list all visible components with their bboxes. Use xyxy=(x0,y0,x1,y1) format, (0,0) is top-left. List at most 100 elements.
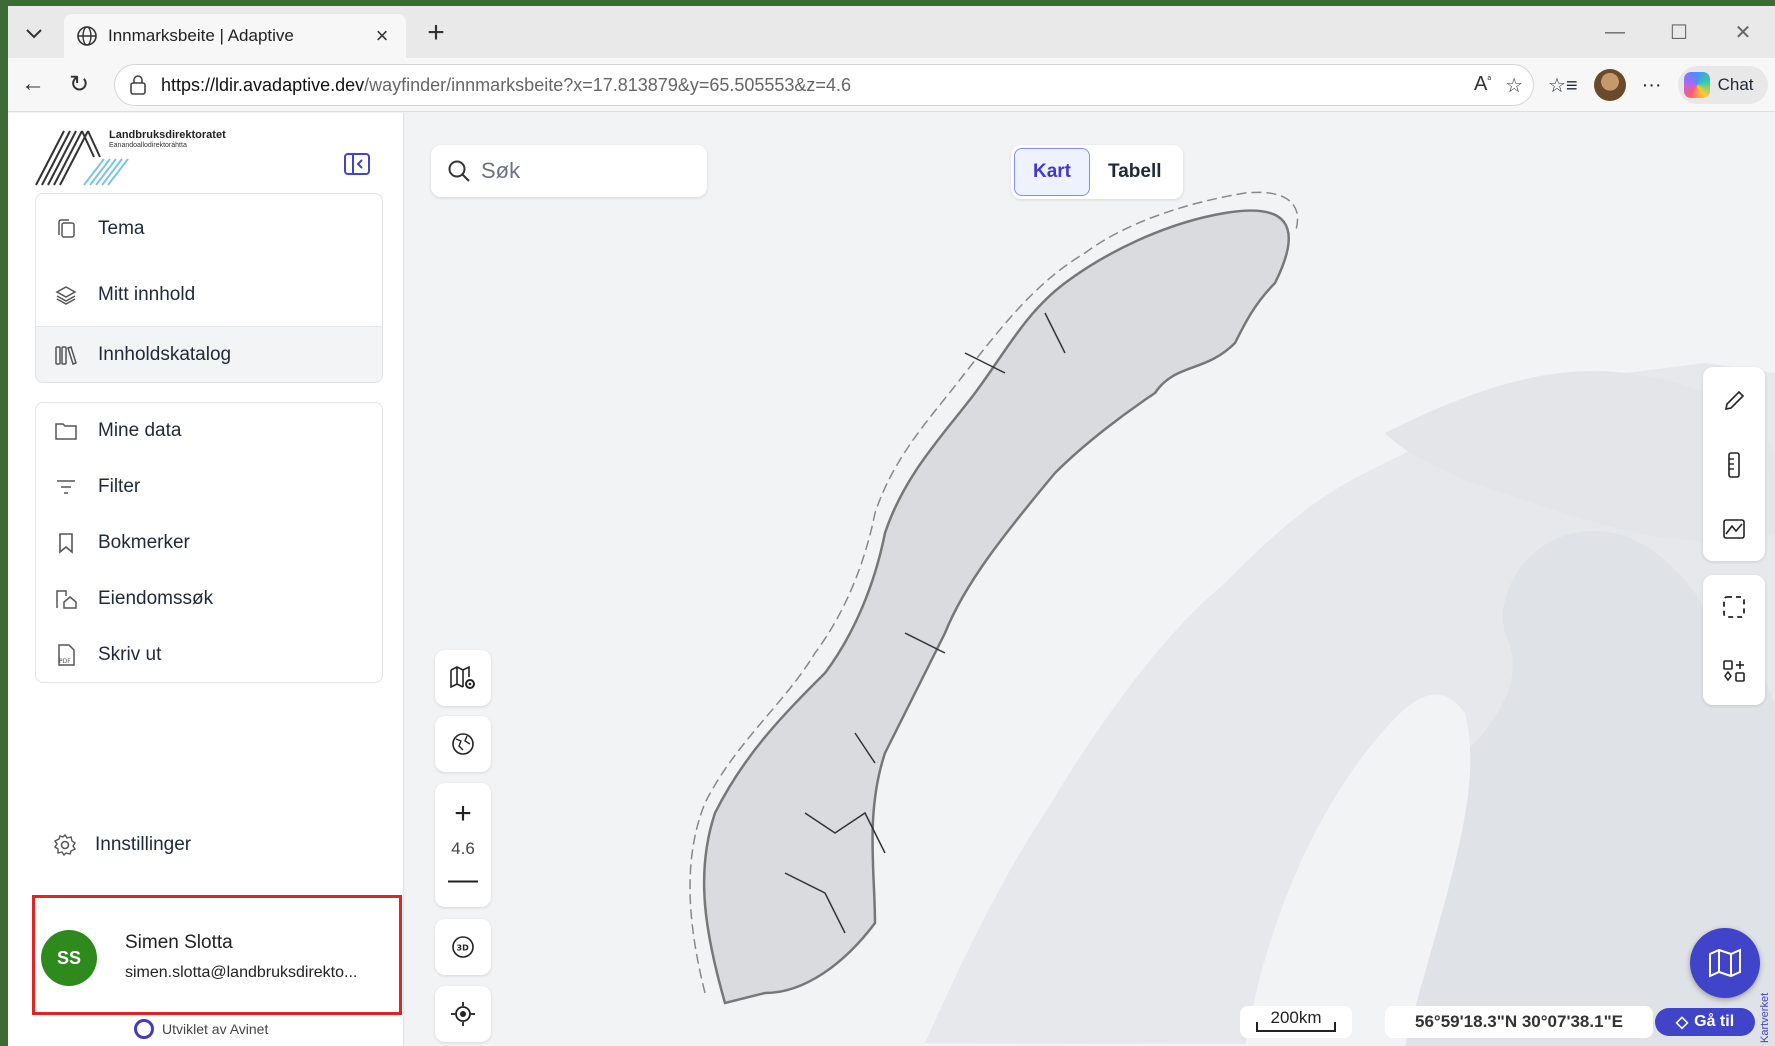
tab-title: Innmarksbeite | Adaptive xyxy=(108,26,294,45)
menu-card-tools: Mine data Filter Bokmerker Eiendomssøk P… xyxy=(35,402,383,683)
maximize-icon[interactable]: ☐ xyxy=(1647,6,1711,58)
3d-toggle-button[interactable]: 3D xyxy=(435,919,491,975)
avinet-logo-icon xyxy=(134,1019,154,1039)
sidebar-item-label: Innholdskatalog xyxy=(98,343,232,365)
bookmark-icon xyxy=(54,531,78,555)
window-close-icon[interactable]: ✕ xyxy=(1711,6,1775,58)
profile-avatar[interactable] xyxy=(1593,69,1626,101)
draw-pencil-icon[interactable] xyxy=(1722,369,1746,433)
sidebar-item-mine-data[interactable]: Mine data xyxy=(36,403,382,459)
coordinate-readout: 56°59'18.3"N 30°07'38.1"E xyxy=(1385,1006,1653,1038)
tab-kart[interactable]: Kart xyxy=(1014,148,1091,196)
goto-label: Gå til xyxy=(1694,1013,1735,1030)
new-tab-plus-icon[interactable]: + xyxy=(420,18,452,48)
sidebar: Landbruksdirektoratet Eanandoallodirekto… xyxy=(8,113,404,1046)
map-canvas[interactable]: Søk Kart Tabell + 4.6 — 3D 200km 56°59'1… xyxy=(405,113,1775,1046)
map-layers-button[interactable] xyxy=(1690,928,1760,998)
select-area-icon[interactable] xyxy=(1722,575,1746,639)
zoom-out-icon[interactable]: — xyxy=(448,865,478,895)
favorites-list-icon[interactable]: ☆≡ xyxy=(1548,73,1578,98)
tab-tabell[interactable]: Tabell xyxy=(1090,148,1180,196)
property-search-icon xyxy=(54,587,78,611)
add-widget-icon[interactable] xyxy=(1722,639,1746,703)
pdf-icon: PDF xyxy=(54,643,78,667)
settings-label: Innstillinger xyxy=(95,834,192,855)
measure-ruler-icon[interactable] xyxy=(1726,433,1742,497)
sidebar-item-mitt-innhold[interactable]: Mitt innhold xyxy=(36,264,382,326)
elevation-profile-icon[interactable] xyxy=(1722,497,1746,561)
read-aloud-icon[interactable]: Aᵃ xyxy=(1474,73,1491,98)
sidebar-item-label: Skriv ut xyxy=(98,644,162,665)
locate-me-button[interactable] xyxy=(435,986,491,1042)
map-icon xyxy=(1709,948,1741,978)
map-background-graphic xyxy=(689,191,1775,1046)
sidebar-item-bokmerker[interactable]: Bokmerker xyxy=(36,515,382,571)
map-attribution[interactable]: Kartverket xyxy=(1759,963,1775,1043)
reload-icon[interactable]: ↻ xyxy=(64,70,94,99)
sidebar-item-label: Filter xyxy=(98,476,141,497)
tab-close-icon[interactable]: × xyxy=(370,23,394,49)
sidebar-item-label: Mitt innhold xyxy=(98,284,196,305)
goto-button[interactable]: ◇ Gå til xyxy=(1655,1008,1755,1036)
sidebar-item-innstillinger[interactable]: Innstillinger xyxy=(53,833,191,857)
map-settings-button[interactable] xyxy=(435,650,491,706)
search-input[interactable]: Søk xyxy=(431,145,707,197)
logo-title: Landbruksdirektoratet xyxy=(109,129,226,141)
window-controls: — ☐ ✕ xyxy=(1583,6,1775,58)
tab-list-chevron-icon[interactable] xyxy=(20,20,48,48)
sidebar-item-tema[interactable]: Tema xyxy=(36,194,382,264)
crosshair-icon xyxy=(451,1002,475,1026)
url-host: https://ldir.avadaptive.dev xyxy=(161,74,365,95)
sidebar-item-eiendomssok[interactable]: Eiendomssøk xyxy=(36,571,382,627)
map-settings-icon xyxy=(450,665,475,689)
sidebar-item-filter[interactable]: Filter xyxy=(36,459,382,515)
collapse-sidebar-icon[interactable] xyxy=(344,153,370,175)
minimize-icon[interactable]: — xyxy=(1583,6,1647,58)
user-avatar: SS xyxy=(41,930,97,986)
favorite-star-icon[interactable]: ☆ xyxy=(1505,73,1523,98)
user-name: Simen Slotta xyxy=(125,932,233,953)
target-icon: ◇ xyxy=(1675,1014,1689,1031)
search-placeholder: Søk xyxy=(481,158,521,183)
url-field[interactable]: https://ldir.avadaptive.dev/wayfinder/in… xyxy=(114,64,1534,106)
user-email: simen.slotta@landbruksdirekto... xyxy=(125,964,358,981)
svg-text:3D: 3D xyxy=(457,944,470,953)
drawing-tools xyxy=(1703,367,1765,561)
address-bar-row: ← ↻ https://ldir.avadaptive.dev/wayfinde… xyxy=(8,58,1775,112)
sidebar-item-label: Eiendomssøk xyxy=(98,588,214,609)
copilot-chat-button[interactable]: Chat xyxy=(1677,66,1768,104)
user-profile-highlighted[interactable]: SS Simen Slotta simen.slotta@landbruksdi… xyxy=(32,895,402,1015)
lock-icon xyxy=(129,75,151,95)
tema-icon xyxy=(54,217,78,241)
view-toggle: Kart Tabell xyxy=(1011,145,1183,199)
gear-icon xyxy=(53,833,77,857)
folder-icon xyxy=(54,419,78,443)
more-menu-icon[interactable]: ··· xyxy=(1642,74,1662,97)
globe-icon xyxy=(76,25,98,47)
zoom-level: 4.6 xyxy=(451,839,475,858)
sidebar-item-innholdskatalog[interactable]: Innholdskatalog xyxy=(36,326,382,382)
zoom-in-icon[interactable]: + xyxy=(454,799,472,829)
tab-strip: Innmarksbeite | Adaptive × + — ☐ ✕ xyxy=(8,6,1775,58)
app-content: Landbruksdirektoratet Eanandoallodirekto… xyxy=(8,113,1775,1046)
sidebar-item-skriv-ut[interactable]: PDF Skriv ut xyxy=(36,627,382,682)
back-arrow-icon[interactable]: ← xyxy=(18,70,48,98)
svg-text:PDF: PDF xyxy=(59,658,71,665)
browser-tab[interactable]: Innmarksbeite | Adaptive × xyxy=(64,14,406,58)
layers-icon xyxy=(54,283,78,307)
sidebar-item-label: Mine data xyxy=(98,420,182,441)
url-path: /wayfinder/innmarksbeite?x=17.813879&y=6… xyxy=(364,74,851,95)
browser-window: Innmarksbeite | Adaptive × + — ☐ ✕ ← ↻ h… xyxy=(8,6,1775,1046)
scale-line xyxy=(1256,1022,1336,1032)
basemap-button[interactable] xyxy=(435,716,491,772)
scale-bar: 200km xyxy=(1240,1006,1352,1038)
sidebar-item-label: Bokmerker xyxy=(98,532,190,553)
filter-icon xyxy=(54,475,78,499)
toolbar-icons: ☆≡ ··· Chat xyxy=(1548,66,1768,104)
menu-card-main: Tema Mitt innhold Innholdskatalog xyxy=(35,193,383,383)
logo-subtitle: Eanandoallodirektoráhtta xyxy=(109,142,187,149)
copilot-icon xyxy=(1683,72,1710,98)
developed-by-link[interactable]: Utviklet av Avinet xyxy=(134,1019,268,1039)
3d-icon: 3D xyxy=(452,936,474,958)
url-actions: Aᵃ ☆ xyxy=(1474,73,1523,98)
